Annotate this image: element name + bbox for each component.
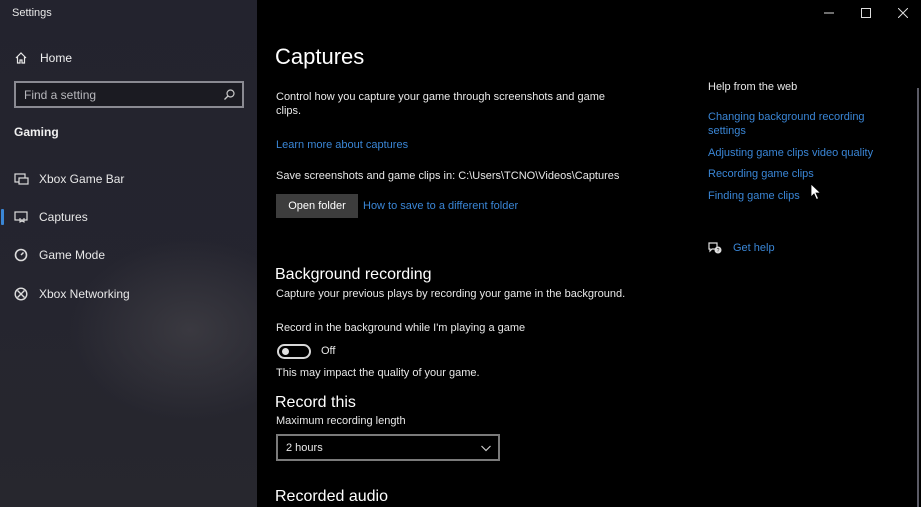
close-button[interactable] xyxy=(884,0,921,26)
search-box xyxy=(14,81,244,108)
max-length-dropdown[interactable]: 2 hours xyxy=(276,434,500,461)
section-title: Gaming xyxy=(14,125,59,139)
sidebar-item-xbox-game-bar[interactable]: Xbox Game Bar xyxy=(0,167,257,191)
app-title: Settings xyxy=(12,7,52,19)
toggle-knob xyxy=(282,348,289,355)
sidebar-item-label: Xbox Networking xyxy=(39,287,130,301)
search-icon[interactable] xyxy=(222,88,236,102)
background-toggle-label: Record in the background while I'm playi… xyxy=(276,322,526,334)
sidebar-item-game-mode[interactable]: Game Mode xyxy=(0,243,257,267)
learn-more-link[interactable]: Learn more about captures xyxy=(276,138,408,152)
help-link[interactable]: Adjusting game clips video quality xyxy=(708,146,888,160)
help-title: Help from the web xyxy=(708,81,798,93)
help-link[interactable]: Finding game clips xyxy=(708,189,888,203)
minimize-icon xyxy=(823,12,834,14)
sidebar: Settings Home Gaming Xbox Game Bar xyxy=(0,0,257,507)
game-mode-icon xyxy=(13,247,29,263)
background-recording-description: Capture your previous plays by recording… xyxy=(276,288,626,300)
performance-note: This may impact the quality of your game… xyxy=(276,367,480,379)
sidebar-item-xbox-networking[interactable]: Xbox Networking xyxy=(0,282,257,306)
game-bar-icon xyxy=(13,171,29,187)
save-location-text: Save screenshots and game clips in: C:\U… xyxy=(276,170,620,182)
page-description: Control how you capture your game throug… xyxy=(276,91,605,117)
svg-text:?: ? xyxy=(717,248,720,254)
maximize-button[interactable] xyxy=(847,0,884,26)
page-title: Captures xyxy=(275,44,365,69)
home-icon xyxy=(15,52,27,64)
minimize-button[interactable] xyxy=(810,0,847,26)
open-folder-button[interactable]: Open folder xyxy=(276,194,358,218)
mouse-cursor-icon xyxy=(810,183,822,201)
get-help-label: Get help xyxy=(733,242,775,254)
sidebar-item-label: Xbox Game Bar xyxy=(39,172,125,186)
help-link[interactable]: Recording game clips xyxy=(708,167,888,181)
sidebar-item-label: Captures xyxy=(39,210,88,224)
vertical-scrollbar[interactable] xyxy=(917,88,919,507)
active-indicator xyxy=(1,209,4,225)
window-controls xyxy=(810,0,921,26)
max-length-label: Maximum recording length xyxy=(276,415,406,427)
background-recording-toggle[interactable] xyxy=(277,344,311,359)
sidebar-item-home[interactable]: Home xyxy=(14,48,72,68)
maximize-icon xyxy=(860,8,871,18)
dropdown-value: 2 hours xyxy=(286,441,323,454)
close-icon xyxy=(897,8,908,18)
main-content: Captures Control how you capture your ga… xyxy=(257,0,921,507)
xbox-icon xyxy=(13,286,29,302)
record-this-heading: Record this xyxy=(275,394,356,411)
sidebar-item-label: Game Mode xyxy=(39,248,106,262)
help-link[interactable]: Changing background recording settings xyxy=(708,110,888,138)
get-help-link[interactable]: ? Get help xyxy=(707,240,775,256)
captures-icon xyxy=(13,209,29,225)
sidebar-item-captures[interactable]: Captures xyxy=(0,205,257,229)
background-recording-heading: Background recording xyxy=(275,266,432,283)
home-label: Home xyxy=(40,51,73,65)
search-input[interactable] xyxy=(16,87,222,102)
recorded-audio-heading: Recorded audio xyxy=(275,488,388,505)
chevron-down-icon xyxy=(481,445,491,451)
different-folder-link[interactable]: How to save to a different folder xyxy=(363,199,518,213)
toggle-state-label: Off xyxy=(321,345,336,357)
chat-help-icon: ? xyxy=(708,242,722,254)
